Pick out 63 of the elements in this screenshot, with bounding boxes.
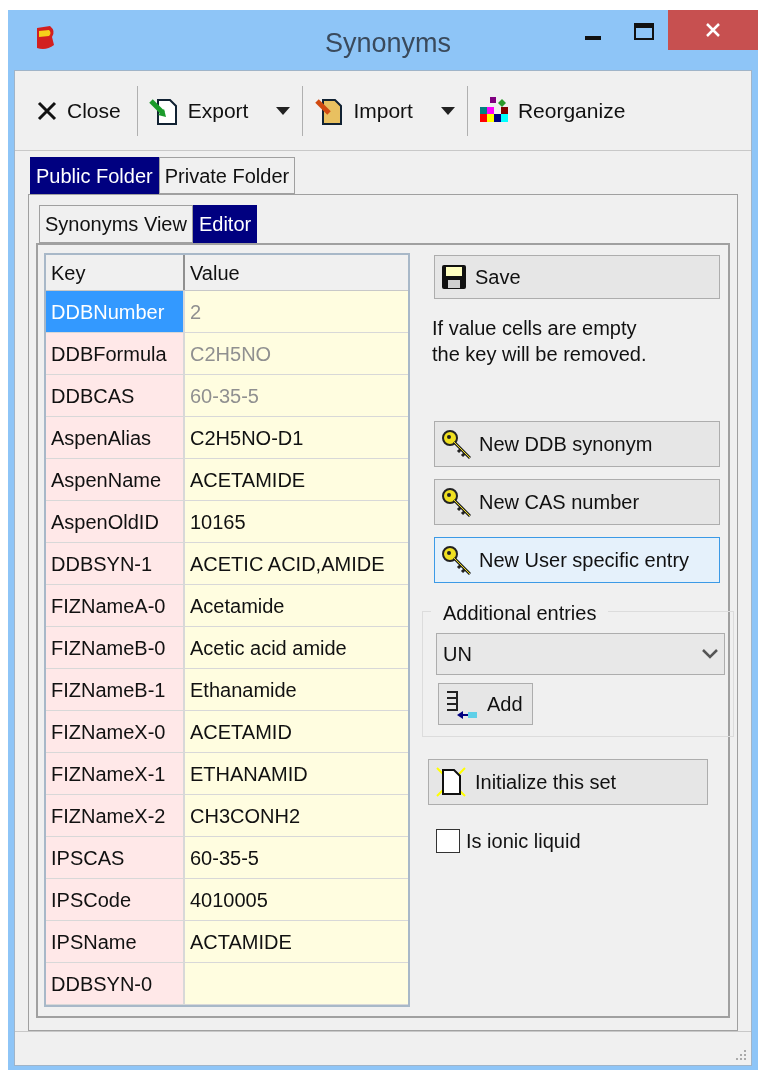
new-entry-button[interactable]: New CAS number xyxy=(434,479,720,525)
key-cell[interactable]: IPSName xyxy=(46,921,185,962)
save-button[interactable]: Save xyxy=(434,255,720,299)
new-document-icon xyxy=(435,766,467,798)
close-window-button[interactable] xyxy=(668,10,758,50)
list-arrow-icon xyxy=(445,689,479,719)
value-cell[interactable]: C2H5NO-D1 xyxy=(185,417,408,458)
toolbar-button[interactable]: Close xyxy=(35,85,127,136)
value-cell[interactable]: ETHANAMID xyxy=(185,753,408,794)
value-cell[interactable] xyxy=(185,963,408,1004)
value-cell[interactable]: Acetamide xyxy=(185,585,408,626)
new-entry-button[interactable]: New DDB synonym xyxy=(434,421,720,467)
key-cell[interactable]: FIZNameX-1 xyxy=(46,753,185,794)
key-cell[interactable]: AspenAlias xyxy=(46,417,185,458)
floppy-icon xyxy=(441,264,467,290)
key-cell[interactable]: DDBFormula xyxy=(46,333,185,374)
key-cell[interactable]: FIZNameB-0 xyxy=(46,627,185,668)
dropdown[interactable]: UN xyxy=(436,633,725,675)
dropdown-caret-icon xyxy=(276,106,291,115)
tab[interactable]: Editor xyxy=(192,205,258,243)
key-cell[interactable]: FIZNameX-2 xyxy=(46,795,185,836)
toolbar-button[interactable]: Export xyxy=(147,85,255,136)
value-cell[interactable]: ACETIC ACID,AMIDE xyxy=(185,543,408,584)
resize-grip-icon[interactable] xyxy=(735,1049,747,1061)
key-icon xyxy=(441,545,471,575)
column-header[interactable]: Value xyxy=(185,255,408,290)
add-button[interactable]: Add xyxy=(438,683,533,725)
value-cell[interactable]: ACTAMIDE xyxy=(185,921,408,962)
toolbar-button[interactable]: Reorganize xyxy=(477,85,632,136)
value-cell[interactable]: 10165 xyxy=(185,501,408,542)
window-title: Synonyms xyxy=(323,27,453,60)
key-cell[interactable]: AspenOldID xyxy=(46,501,185,542)
key-cell[interactable]: AspenName xyxy=(46,459,185,500)
chevron-down-icon xyxy=(702,649,718,659)
key-cell[interactable]: FIZNameX-0 xyxy=(46,711,185,752)
tab[interactable]: Public Folder xyxy=(30,157,159,194)
key-cell[interactable]: IPSCode xyxy=(46,879,185,920)
key-icon xyxy=(441,429,471,459)
key-cell[interactable]: DDBSYN-1 xyxy=(46,543,185,584)
value-cell[interactable]: Ethanamide xyxy=(185,669,408,710)
value-cell[interactable]: ACETAMIDE xyxy=(185,459,408,500)
checkbox[interactable] xyxy=(436,829,460,853)
value-cell[interactable]: 60-35-5 xyxy=(185,837,408,878)
key-cell[interactable]: FIZNameA-0 xyxy=(46,585,185,626)
value-cell[interactable]: CH3CONH2 xyxy=(185,795,408,836)
key-cell[interactable]: FIZNameB-1 xyxy=(46,669,185,710)
value-cell[interactable]: Acetic acid amide xyxy=(185,627,408,668)
tab[interactable]: Private Folder xyxy=(158,157,296,194)
close-icon xyxy=(705,22,721,38)
key-icon xyxy=(441,487,471,517)
value-cell[interactable]: ACETAMID xyxy=(185,711,408,752)
key-cell[interactable]: DDBSYN-0 xyxy=(46,963,185,1004)
new-entry-button[interactable]: New User specific entry xyxy=(434,537,720,583)
value-cell[interactable]: 4010005 xyxy=(185,879,408,920)
info-text: If value cells are empty the key will be removed. xyxy=(432,316,648,367)
checkbox-label[interactable]: Is ionic liquid xyxy=(466,826,581,856)
toolbar-button[interactable]: Import xyxy=(313,85,419,136)
maximize-icon[interactable] xyxy=(634,23,654,40)
tab[interactable]: Synonyms View xyxy=(39,205,193,243)
initialize-button[interactable]: Initialize this set xyxy=(428,759,708,805)
dropdown-caret-icon xyxy=(440,106,455,115)
key-cell[interactable]: DDBCAS xyxy=(46,375,185,416)
key-cell[interactable]: IPSCAS xyxy=(46,837,185,878)
